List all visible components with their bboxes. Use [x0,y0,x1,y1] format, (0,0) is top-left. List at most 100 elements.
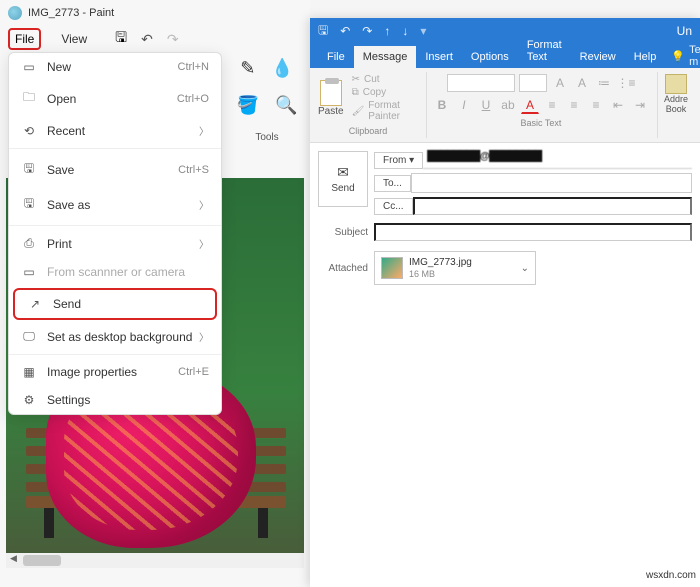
send-button[interactable]: ✉ Send [318,151,368,207]
group-label-basic-text: Basic Text [521,118,562,128]
down-icon[interactable]: ↓ [402,24,408,38]
redo-icon[interactable]: ↷ [362,24,372,38]
compose-area: ✉ Send From ▾ ████████@████████ To... Cc… [310,143,700,293]
menu-item-settings[interactable]: ⚙ Settings [9,386,221,414]
horizontal-scrollbar[interactable]: ◀ [6,553,304,568]
chevron-down-icon[interactable]: ⌄ [521,263,529,274]
paint-window: IMG_2773 - Paint File View 🖫 ↶ ↷ ✎ 💧 🪣 🔍… [0,0,310,587]
bold-button[interactable]: B [433,96,451,114]
increase-font-icon[interactable]: A [551,74,569,92]
tab-message[interactable]: Message [354,46,417,68]
menu-separator [9,225,221,226]
copy-button: ⧉Copy [352,87,418,98]
menu-item-scanner: ▭ From scannner or camera [9,258,221,286]
group-label-clipboard: Clipboard [349,126,388,136]
paint-app-icon [8,6,22,20]
subject-label: Subject [318,227,374,238]
menu-item-new[interactable]: ▭ New Ctrl+N [9,53,221,81]
undo-icon[interactable]: ↶ [141,31,153,48]
print-icon: ⎙ [21,236,37,251]
watermark: wsxdn.com [646,570,696,581]
align-left-icon[interactable]: ≡ [543,96,561,114]
tab-options[interactable]: Options [462,46,518,68]
save-icon[interactable]: 🖫 [318,21,328,42]
chevron-right-icon: 〉 [199,123,209,138]
menu-item-save[interactable]: 🖫 Save Ctrl+S [9,152,221,187]
menu-item-recent[interactable]: ⟲ Recent 〉 [9,116,221,145]
cc-button[interactable]: Cc... [374,198,413,215]
paste-button[interactable]: Paste [318,80,344,117]
menu-file[interactable]: File [8,28,41,50]
menu-item-set-background[interactable]: 🖵 Set as desktop background 〉 [9,322,221,351]
menu-view[interactable]: View [55,30,93,48]
font-color-icon[interactable]: A [521,96,539,114]
from-value: ████████@████████ [423,151,692,169]
tell-me[interactable]: 💡 Tell m [671,44,700,68]
font-size-select[interactable] [519,74,547,92]
magnifier-icon[interactable]: 🔍 [275,95,297,116]
menu-item-image-properties[interactable]: ▦ Image properties Ctrl+E [9,358,221,386]
pencil-icon[interactable]: ✎ [240,58,255,79]
menu-item-save-as[interactable]: 🖫 Save as 〉 [9,187,221,222]
tools-panel: ✎ 💧 🪣 🔍 Tools [224,52,310,153]
ribbon-group-basic-text: A A ≔ ⋮≡ B I U ab A ≡ ≡ ≡ ⇤ ⇥ Basic Text [429,72,658,138]
address-book-icon [665,74,687,94]
outlook-tabs: File Message Insert Options Format Text … [310,44,700,68]
gear-icon: ⚙ [21,393,37,407]
numbering-icon[interactable]: ⋮≡ [617,74,635,92]
align-center-icon[interactable]: ≡ [565,96,583,114]
menu-item-open[interactable]: 🗀 Open Ctrl+O [9,81,221,116]
cut-icon: ✂ [352,74,360,85]
undo-icon[interactable]: ↶ [340,24,350,38]
open-icon: 🗀 [21,88,37,109]
save-icon[interactable]: 🖫 [115,27,127,51]
outdent-icon[interactable]: ⇤ [609,96,627,114]
save-as-icon: 🖫 [21,194,37,215]
brush-icon: 🖌 [352,106,365,117]
menu-separator [9,354,221,355]
attachment-name: IMG_2773.jpg [409,257,472,269]
menu-separator [9,148,221,149]
to-field[interactable] [411,173,692,193]
scanner-icon: ▭ [21,265,37,279]
paint-window-title: IMG_2773 - Paint [28,7,114,19]
to-button[interactable]: To... [374,175,411,192]
save-icon: 🖫 [21,159,37,180]
tab-format-text[interactable]: Format Text [518,34,571,68]
tab-help[interactable]: Help [625,46,666,68]
tools-label: Tools [224,132,310,143]
redo-icon: ↷ [167,31,179,48]
cut-button: ✂Cut [352,74,418,85]
attachment-item[interactable]: IMG_2773.jpg 16 MB ⌄ [374,251,536,285]
address-book-button[interactable]: Addre Book [664,74,688,114]
menu-item-print[interactable]: ⎙ Print 〉 [9,229,221,258]
align-right-icon[interactable]: ≡ [587,96,605,114]
scroll-left-icon[interactable]: ◀ [6,553,21,568]
chevron-right-icon: 〉 [199,236,209,251]
tab-review[interactable]: Review [571,46,625,68]
italic-button[interactable]: I [455,96,473,114]
copy-icon: ⧉ [352,87,359,98]
tab-file[interactable]: File [318,46,354,68]
new-icon: ▭ [21,60,37,74]
eyedropper-icon[interactable]: 💧 [271,58,293,79]
scroll-thumb[interactable] [23,555,61,566]
highlight-icon[interactable]: ab [499,96,517,114]
bullets-icon[interactable]: ≔ [595,74,613,92]
bucket-icon[interactable]: 🪣 [237,95,259,116]
font-family-select[interactable] [447,74,515,92]
up-icon[interactable]: ↑ [384,24,390,38]
tab-insert[interactable]: Insert [416,46,462,68]
decrease-font-icon[interactable]: A [573,74,591,92]
cc-field[interactable] [413,197,692,215]
subject-field[interactable] [374,223,692,241]
from-button[interactable]: From ▾ [374,152,423,169]
dropdown-icon[interactable]: ▾ [420,24,426,38]
menu-item-send[interactable]: ↗ Send [13,288,217,320]
ribbon-group-clipboard: Paste ✂Cut ⧉Copy 🖌Format Painter Clipboa… [314,72,427,138]
underline-button[interactable]: U [477,96,495,114]
chevron-right-icon: 〉 [199,197,209,212]
desktop-icon: 🖵 [21,329,37,344]
indent-icon[interactable]: ⇥ [631,96,649,114]
chevron-right-icon: 〉 [199,329,209,344]
